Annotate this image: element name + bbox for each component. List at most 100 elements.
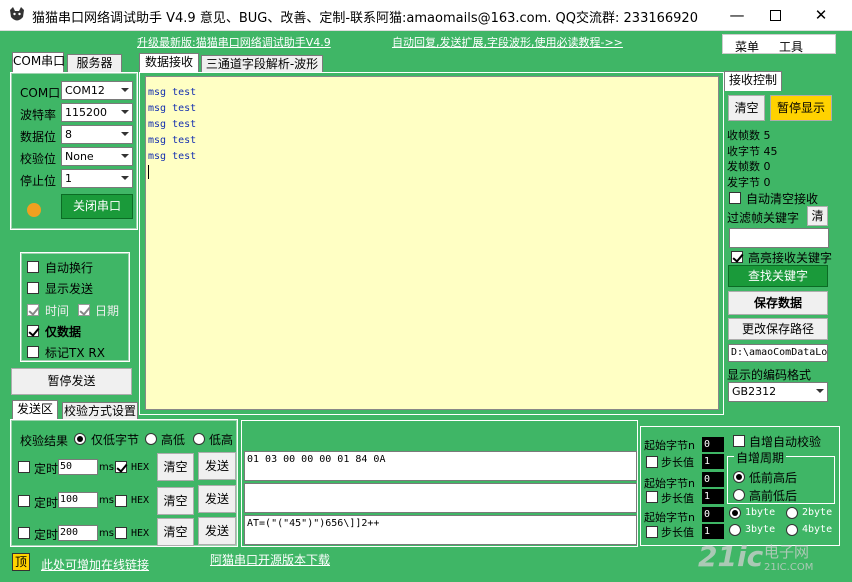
hex-checkbox-3[interactable] [115, 527, 127, 539]
date-label: 日期 [95, 304, 120, 318]
show-send-checkbox[interactable] [27, 282, 39, 294]
tab-send-area[interactable]: 发送区 [12, 400, 58, 420]
auto-wrap-checkbox[interactable] [27, 261, 39, 273]
highlight-checkbox[interactable] [731, 251, 743, 263]
start-byte-input-3[interactable]: 0 [702, 507, 724, 522]
low-high-radio[interactable] [193, 433, 205, 445]
filter-clear-button[interactable]: 清 [807, 206, 828, 226]
encoding-select[interactable]: GB2312 [728, 382, 828, 402]
pause-send-button[interactable]: 暂停发送 [11, 368, 132, 395]
display-options-panel: 自动换行 显示发送 时间 日期 仅数据 标记TX RX [20, 252, 130, 362]
period-group: 自增周期 低前高后 高前低后 [727, 449, 835, 504]
auto-clear-label: 自动清空接收 [746, 192, 819, 206]
byte3-radio[interactable] [729, 524, 741, 536]
receive-textarea[interactable]: msg test msg test msg test msg test msg … [145, 76, 719, 410]
hex-checkbox-2[interactable] [115, 495, 127, 507]
data-only-checkbox[interactable] [27, 325, 39, 337]
chevron-down-icon [121, 88, 129, 92]
menu-item-tools[interactable]: 工具 [779, 38, 803, 55]
high-low-radio[interactable] [145, 433, 157, 445]
high-first-radio[interactable] [733, 489, 745, 501]
start-byte-input-1[interactable]: 0 [702, 437, 724, 452]
tab-com-port[interactable]: COM串口 [12, 52, 65, 72]
byte2-radio[interactable] [786, 507, 798, 519]
tab-three-channel-waveform[interactable]: 三通道字段解析-波形 [201, 55, 323, 73]
mark-txrx-checkbox[interactable] [27, 346, 39, 358]
interval-input-2[interactable]: 100 [58, 492, 98, 508]
chevron-down-icon [816, 389, 824, 393]
hex-checkbox-1[interactable] [115, 461, 127, 473]
upgrade-link[interactable]: 升级最新版:猫猫串口网络调试助手V4.9 [137, 34, 331, 50]
menu-bar: 菜单 工具 [722, 34, 836, 54]
find-keyword-button[interactable]: 查找关键字 [728, 265, 828, 287]
features-link[interactable]: 自动回复,发送扩展,字段波形,使用必读教程->> [392, 34, 623, 50]
receive-control-panel: 清空 暂停显示 收帧数 5 收字节 45 发帧数 0 发字节 0 自动清空接收 … [723, 88, 835, 408]
maximize-button[interactable] [752, 0, 798, 31]
auto-wrap-label: 自动换行 [45, 261, 94, 275]
encoding-label: 显示的编码格式 [727, 368, 812, 382]
send-button-1[interactable]: 发送 [198, 452, 236, 480]
com-value: COM12 [65, 84, 105, 97]
baud-select[interactable]: 115200 [61, 103, 133, 122]
ms-label-3: ms [99, 528, 114, 539]
stats-block: 收帧数 5 收字节 45 发帧数 0 发字节 0 [727, 128, 778, 190]
byte4-radio[interactable] [786, 524, 798, 536]
parity-label: 校验位 [20, 152, 57, 166]
add-link-text[interactable]: 此处可增加在线链接 [41, 556, 149, 573]
tab-data-receive[interactable]: 数据接收 [139, 53, 199, 73]
step-input-2[interactable]: 1 [702, 489, 724, 504]
chevron-down-icon [121, 154, 129, 158]
interval-input-3[interactable]: 200 [58, 525, 98, 541]
time-checkbox[interactable] [27, 304, 39, 316]
received-line: msg test [148, 119, 197, 130]
auto-increment-checkbox[interactable] [733, 435, 745, 447]
start-byte-input-2[interactable]: 0 [702, 472, 724, 487]
byte1-radio[interactable] [729, 507, 741, 519]
filter-input[interactable] [729, 228, 829, 248]
step-checkbox-1[interactable] [646, 456, 658, 468]
save-path-field[interactable]: D:\amaoComDataLo [728, 344, 828, 362]
step-checkbox-3[interactable] [646, 526, 658, 538]
timed-label-1: 定时 [34, 462, 59, 476]
timed-send-checkbox-2[interactable] [18, 495, 30, 507]
interval-input-1[interactable]: 50 [58, 459, 98, 475]
period-title: 自增周期 [734, 449, 787, 466]
timed-send-checkbox-3[interactable] [18, 527, 30, 539]
date-checkbox[interactable] [78, 304, 90, 316]
change-path-button[interactable]: 更改保存路径 [728, 318, 828, 340]
step-input-3[interactable]: 1 [702, 524, 724, 539]
send-text-3[interactable]: AT=("("45")")656\]]2++ [244, 515, 637, 545]
send-text-1[interactable]: 01 03 00 00 00 01 84 0A [244, 451, 637, 481]
menu-item-menu[interactable]: 菜单 [735, 38, 759, 55]
pin-on-top-button[interactable]: 顶 [12, 553, 30, 571]
step-label-2: 步长值 [661, 492, 694, 505]
stopbits-select[interactable]: 1 [61, 169, 133, 188]
encoding-value: GB2312 [732, 385, 777, 398]
timed-send-checkbox-1[interactable] [18, 461, 30, 473]
clear-receive-button[interactable]: 清空 [728, 95, 765, 121]
send-text-2[interactable] [244, 483, 637, 513]
open-source-link[interactable]: 阿猫串口开源版本下载 [210, 551, 330, 568]
tab-checksum-settings[interactable]: 校验方式设置 [62, 402, 138, 420]
step-input-1[interactable]: 1 [702, 454, 724, 469]
send-button-3[interactable]: 发送 [198, 517, 236, 545]
tab-server[interactable]: 服务器 [67, 54, 122, 72]
received-line: msg test [148, 135, 197, 146]
pause-display-button[interactable]: 暂停显示 [770, 95, 832, 121]
close-port-button[interactable]: 关闭串口 [61, 194, 133, 219]
parity-select[interactable]: None [61, 147, 133, 166]
step-checkbox-2[interactable] [646, 491, 658, 503]
low-byte-only-radio[interactable] [74, 433, 86, 445]
send-button-2[interactable]: 发送 [198, 485, 236, 513]
tx-frames: 发帧数 0 [727, 160, 771, 173]
save-data-button[interactable]: 保存数据 [728, 291, 828, 315]
close-button[interactable]: ✕ [798, 0, 844, 31]
received-line: msg test [148, 151, 197, 162]
com-select[interactable]: COM12 [61, 81, 133, 100]
low-first-radio[interactable] [733, 471, 745, 483]
clear-send-button-2[interactable]: 清空 [157, 487, 194, 515]
clear-send-button-1[interactable]: 清空 [157, 453, 194, 481]
databits-select[interactable]: 8 [61, 125, 133, 144]
clear-send-button-3[interactable]: 清空 [157, 518, 194, 546]
auto-clear-checkbox[interactable] [729, 192, 741, 204]
